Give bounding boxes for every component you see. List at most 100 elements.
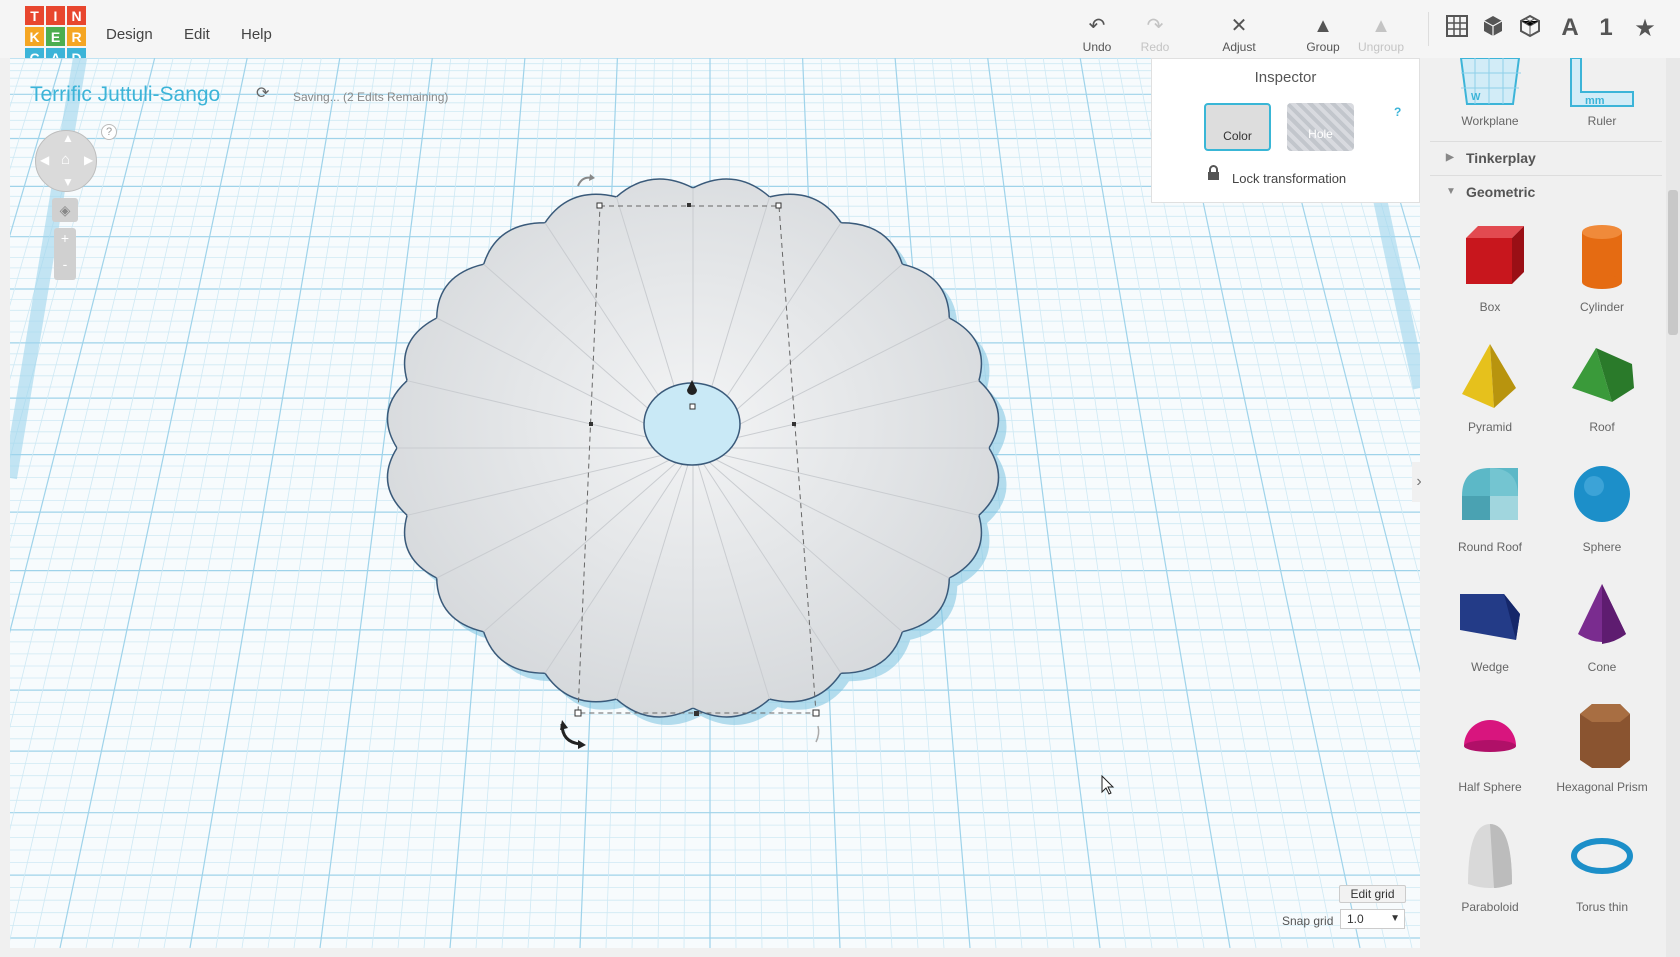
hole-swatch-button[interactable]: Hole: [1287, 103, 1354, 151]
workplane-label: Workplane: [1461, 114, 1519, 128]
saving-status: Saving... (2 Edits Remaining): [293, 90, 449, 104]
svg-text:W: W: [1471, 92, 1481, 103]
view-cube-icon[interactable]: ◈: [52, 198, 78, 222]
hexagonal-prism-icon: [1580, 704, 1630, 768]
shape-cone[interactable]: Cone: [1547, 578, 1657, 674]
shape-label: Paraboloid: [1461, 900, 1519, 914]
menu-edit[interactable]: Edit: [184, 26, 210, 43]
undo-icon: ↶: [1088, 15, 1106, 37]
nav-down-icon[interactable]: ▼: [62, 175, 74, 189]
inspector-panel: Inspector Color Hole ? Lock transformati…: [1151, 58, 1420, 203]
shape-torus-thin[interactable]: Torus thin: [1547, 818, 1657, 914]
adjust-icon: ✕: [1230, 15, 1248, 37]
shape-pyramid[interactable]: Pyramid: [1435, 338, 1545, 434]
nav-left-icon[interactable]: ◀: [40, 153, 49, 167]
logo-letter: T: [25, 6, 44, 25]
ungroup-icon: ▲: [1371, 15, 1391, 37]
panel-scroll-thumb[interactable]: [1668, 190, 1678, 335]
wireframe-view-icon[interactable]: [1515, 14, 1545, 45]
torus-thin-icon: [1571, 838, 1633, 874]
chevron-down-icon: ▼: [1390, 913, 1400, 924]
shape-half-sphere[interactable]: Half Sphere: [1435, 698, 1545, 794]
undo-button[interactable]: ↶ Undo: [1067, 12, 1127, 54]
snap-grid-label: Snap grid: [1282, 914, 1334, 928]
inspector-help-button[interactable]: ?: [1394, 105, 1401, 119]
shape-label: Wedge: [1471, 660, 1509, 674]
workplane-item[interactable]: W Workplane: [1435, 58, 1545, 128]
section-tinkerplay[interactable]: ▶ Tinkerplay: [1430, 141, 1662, 173]
wedge-icon: [1460, 594, 1520, 640]
ruler-label: Ruler: [1587, 114, 1617, 128]
project-title[interactable]: Terrific Juttuli-Sango: [30, 83, 220, 107]
shape-label: Hexagonal Prism: [1556, 780, 1648, 794]
shape-label: Pyramid: [1467, 420, 1512, 434]
sync-icon: ⟳: [256, 85, 270, 102]
box-icon: [1466, 226, 1524, 284]
ungroup-button[interactable]: ▲ Ungroup: [1351, 12, 1411, 54]
nav-help-button[interactable]: ?: [101, 124, 117, 140]
snap-grid-select[interactable]: 1.0 ▼: [1340, 909, 1405, 929]
cone-icon: [1578, 584, 1626, 644]
shape-label: Torus thin: [1575, 900, 1629, 914]
number-view-button[interactable]: 1: [1591, 14, 1621, 42]
shape-label: Roof: [1589, 420, 1615, 434]
toolbar-divider: [1428, 12, 1429, 46]
section-geometric[interactable]: ▼ Geometric: [1430, 175, 1662, 207]
shape-label: Round Roof: [1457, 540, 1523, 554]
shape-paraboloid[interactable]: Paraboloid: [1435, 818, 1545, 914]
navigation-wheel[interactable]: ▲ ▼ ◀ ▶ ⌂: [35, 130, 97, 192]
chevron-right-icon: ▶: [1446, 152, 1454, 163]
zoom-out-button[interactable]: -: [54, 256, 76, 272]
edit-grid-button[interactable]: Edit grid: [1339, 885, 1406, 903]
shape-box[interactable]: Box: [1435, 218, 1545, 314]
shape-label: Cylinder: [1579, 300, 1624, 314]
shape-sphere[interactable]: Sphere: [1547, 458, 1657, 554]
logo-letter: N: [67, 6, 86, 25]
ruler-item[interactable]: mm Ruler: [1547, 58, 1657, 128]
cylinder-icon: [1582, 225, 1622, 289]
shape-label: Cone: [1587, 660, 1617, 674]
logo-letter: I: [46, 6, 65, 25]
redo-button[interactable]: ↷ Redo: [1125, 12, 1185, 54]
pyramid-icon: [1462, 344, 1516, 408]
shape-roof[interactable]: Roof: [1547, 338, 1657, 434]
text-view-button[interactable]: A: [1555, 14, 1585, 42]
shape-label: Half Sphere: [1458, 780, 1522, 794]
lock-transformation-label[interactable]: Lock transformation: [1232, 171, 1346, 186]
grid-view-icon[interactable]: [1442, 14, 1472, 45]
logo-letter: E: [46, 27, 65, 46]
lock-icon[interactable]: [1207, 165, 1220, 184]
chevron-down-icon: ▼: [1446, 186, 1456, 197]
paraboloid-icon: [1468, 824, 1512, 888]
star-icon[interactable]: ★: [1630, 14, 1660, 43]
menu-help[interactable]: Help: [241, 26, 272, 43]
round-roof-icon: [1462, 468, 1518, 520]
svg-text:mm: mm: [1585, 95, 1605, 107]
nav-right-icon[interactable]: ▶: [84, 153, 93, 167]
menu-design[interactable]: Design: [106, 26, 153, 43]
home-icon[interactable]: ⌂: [61, 151, 70, 168]
top-bar: TINKERCAD Design Edit Help ↶Undo ↷Redo ✕…: [0, 0, 1680, 67]
nav-up-icon[interactable]: ▲: [62, 131, 74, 145]
collapse-panel-button[interactable]: ›: [1412, 462, 1426, 502]
zoom-control: + -: [54, 228, 76, 280]
workplane-icon: W: [1459, 58, 1521, 105]
logo-letter: R: [67, 27, 86, 46]
color-swatch-button[interactable]: Color: [1204, 103, 1271, 151]
logo-letter: K: [25, 27, 44, 46]
half-sphere-icon: [1464, 720, 1516, 752]
shape-wedge[interactable]: Wedge: [1435, 578, 1545, 674]
ruler-icon: mm: [1570, 58, 1634, 107]
shape-label: Sphere: [1582, 540, 1622, 554]
shape-hexagonal-prism[interactable]: Hexagonal Prism: [1547, 698, 1657, 794]
shape-label: Box: [1479, 300, 1501, 314]
group-icon: ▲: [1313, 15, 1333, 37]
sphere-icon: [1574, 466, 1630, 522]
group-button[interactable]: ▲ Group: [1293, 12, 1353, 54]
shape-round-roof[interactable]: Round Roof: [1435, 458, 1545, 554]
adjust-button[interactable]: ✕ Adjust: [1209, 12, 1269, 54]
redo-icon: ↷: [1146, 15, 1164, 37]
shape-cylinder[interactable]: Cylinder: [1547, 218, 1657, 314]
zoom-in-button[interactable]: +: [54, 230, 76, 246]
solid-view-icon[interactable]: [1478, 14, 1508, 45]
